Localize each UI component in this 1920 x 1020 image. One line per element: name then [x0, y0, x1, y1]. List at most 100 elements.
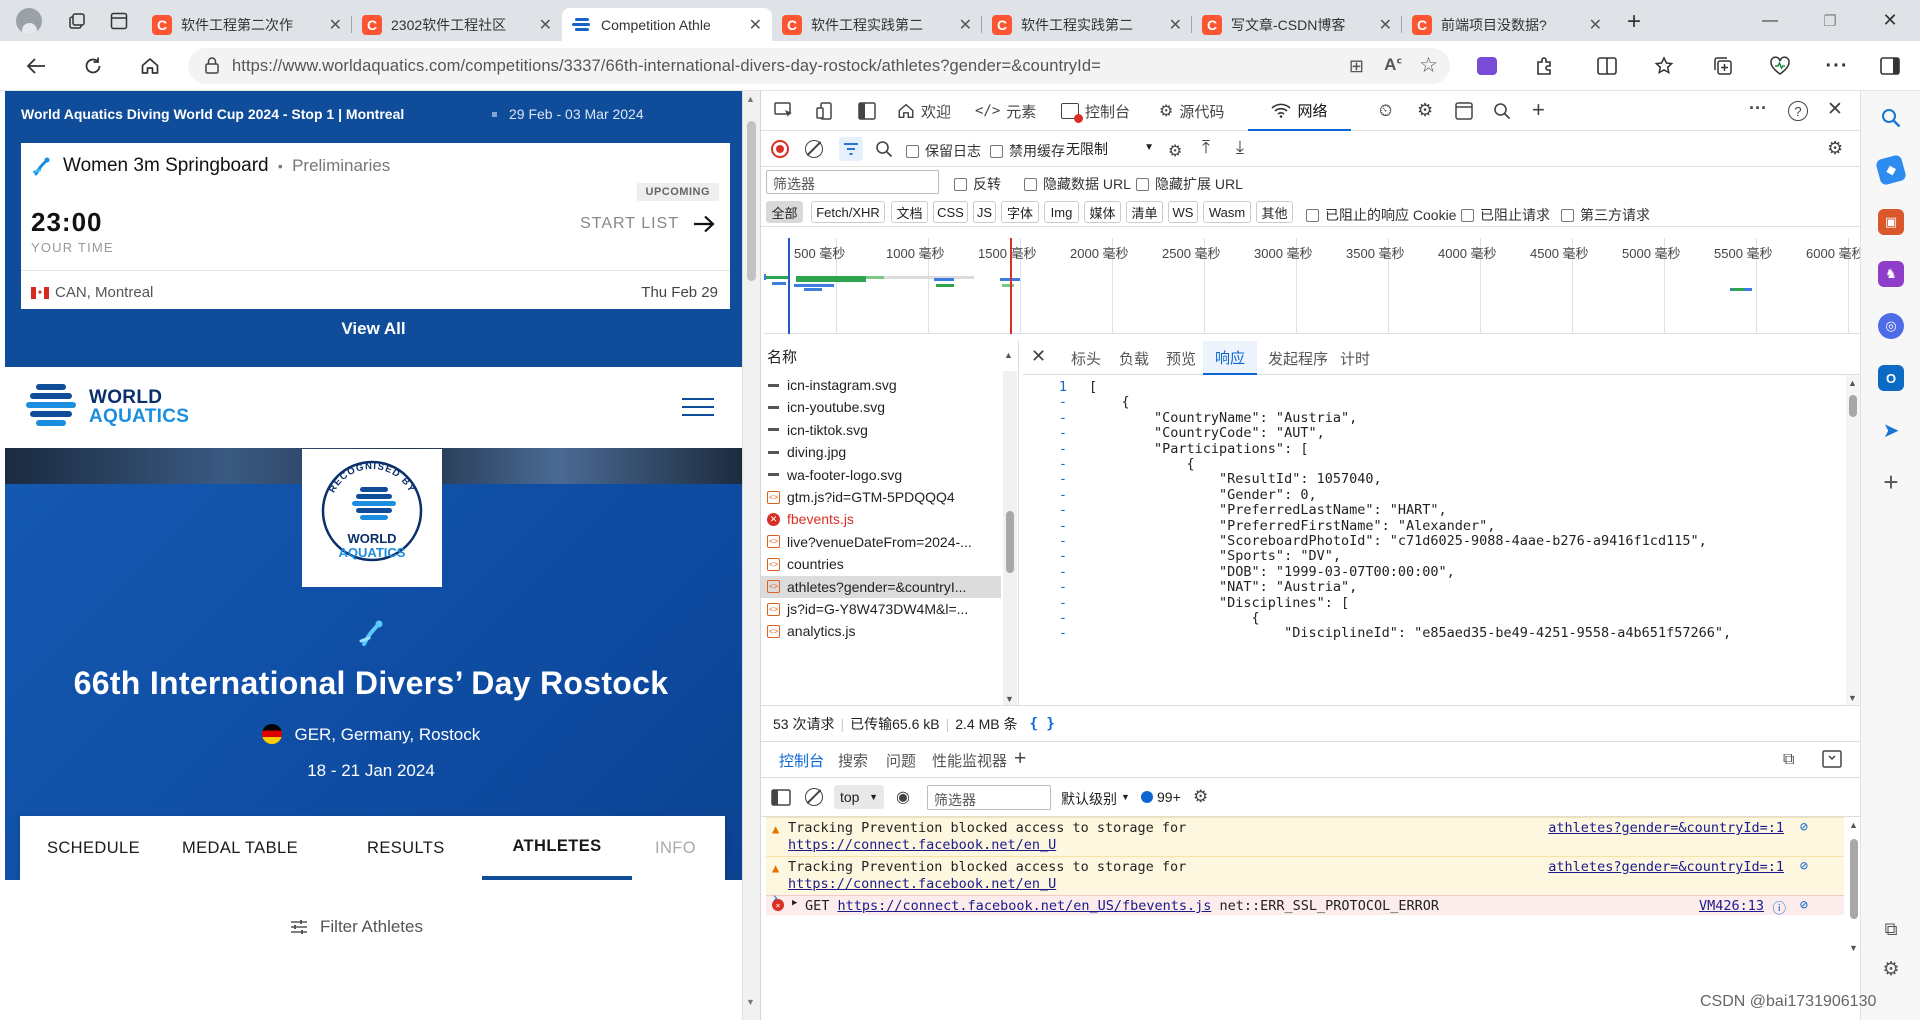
close-devtools-icon[interactable]: ✕: [1827, 98, 1843, 121]
type-chip-other[interactable]: 其他: [1256, 201, 1293, 223]
new-tab-icon[interactable]: +: [1612, 8, 1656, 36]
live-expression-eye-icon[interactable]: ◉: [896, 787, 910, 807]
tab-welcome[interactable]: 欢迎: [897, 91, 951, 131]
search-network-icon[interactable]: [875, 140, 893, 158]
inspect-element-icon[interactable]: [774, 102, 794, 120]
import-har-icon[interactable]: ⤒: [1202, 137, 1210, 158]
copilot-explain-icon[interactable]: ⊘: [1800, 897, 1808, 913]
split-screen-icon[interactable]: [1594, 53, 1620, 79]
console-sidebar-icon[interactable]: [771, 789, 791, 806]
request-row[interactable]: icn-tiktok.svg: [761, 419, 1001, 441]
console-prompt-icon[interactable]: ›: [773, 889, 778, 905]
world-aquatics-logo-icon[interactable]: [26, 382, 76, 426]
application-icon[interactable]: [1455, 102, 1473, 120]
help-icon[interactable]: ?: [1788, 101, 1808, 121]
network-settings-icon[interactable]: ⚙: [1827, 138, 1843, 159]
request-row[interactable]: <> js?id=G-Y8W473DW4M&l=...: [761, 598, 1001, 620]
type-chip-all[interactable]: 全部: [766, 201, 803, 223]
close-window-icon[interactable]: ✕: [1860, 10, 1920, 31]
expand-arrow-icon[interactable]: ▶: [792, 898, 797, 908]
more-options-icon[interactable]: ···: [1824, 53, 1850, 79]
export-har-icon[interactable]: ⤓: [1236, 137, 1244, 158]
add-sidebar-app-icon[interactable]: +: [1878, 467, 1904, 497]
copilot-explain-icon[interactable]: ⊘: [1800, 858, 1808, 874]
outlook-icon[interactable]: O: [1878, 365, 1904, 391]
console-warning[interactable]: ▲ Tracking Prevention blocked access to s…: [766, 856, 1844, 909]
invert-checkbox[interactable]: 反转: [954, 174, 1001, 194]
scrollbar-thumb[interactable]: [1006, 511, 1014, 573]
search-icon[interactable]: [1493, 102, 1511, 120]
tab-preview[interactable]: 预览: [1166, 341, 1196, 375]
network-timeline-overview[interactable]: 500 毫秒 1000 毫秒 1500 毫秒 2000 毫秒 2500 毫秒 3…: [764, 238, 1865, 334]
performance-icon[interactable]: ⏲: [1379, 101, 1392, 121]
send-icon[interactable]: ➤: [1878, 417, 1904, 443]
tab-medal-table[interactable]: MEDAL TABLE: [182, 816, 298, 880]
world-cup-title[interactable]: World Aquatics Diving World Cup 2024 - S…: [21, 106, 404, 122]
add-drawer-tab-icon[interactable]: +: [1014, 747, 1026, 771]
request-row[interactable]: icn-youtube.svg: [761, 396, 1001, 418]
scrollbar-thumb[interactable]: [1849, 395, 1857, 417]
read-aloud-icon[interactable]: Aⅽ: [1384, 55, 1402, 75]
throttling-select[interactable]: 无限制 ▼: [1066, 139, 1154, 159]
log-level-select[interactable]: 默认级别 ▼: [1061, 789, 1130, 809]
tab-payload[interactable]: 负载: [1119, 341, 1149, 375]
console-error[interactable]: ✕ ▶ GET https://connect.facebook.net/en_US…: [766, 895, 1844, 917]
message-source-link[interactable]: athletes?gender=&countryId=:1: [1548, 859, 1784, 875]
reload-icon[interactable]: [80, 53, 106, 79]
close-icon[interactable]: ✕: [959, 15, 972, 35]
start-list-link[interactable]: START LIST: [580, 215, 715, 233]
pretty-print-icon[interactable]: { }: [1029, 716, 1054, 732]
scrollbar-thumb[interactable]: [747, 121, 756, 281]
add-tab-icon[interactable]: +: [1532, 97, 1545, 123]
type-chip-doc[interactable]: 文档: [891, 201, 928, 223]
back-icon[interactable]: [23, 53, 49, 79]
request-row[interactable]: ✕ fbevents.js: [761, 508, 1001, 530]
tab-sources[interactable]: ⚙ 源代码: [1159, 91, 1224, 131]
blocked-requests-checkbox[interactable]: 已阻止请求: [1461, 205, 1550, 225]
hamburger-menu-icon[interactable]: [682, 398, 714, 416]
scroll-down-icon[interactable]: ▼: [1005, 694, 1014, 704]
context-select[interactable]: top ▼: [834, 785, 884, 809]
tab-initiator[interactable]: 发起程序: [1268, 341, 1328, 375]
tab-response[interactable]: 响应: [1203, 341, 1257, 375]
games-icon[interactable]: ♞: [1878, 261, 1904, 287]
response-scrollbar[interactable]: ▲ ▼: [1846, 375, 1860, 706]
request-row[interactable]: <> analytics.js: [761, 620, 1001, 642]
scroll-up-icon[interactable]: ▲: [1848, 378, 1857, 388]
sidebar-toggle-icon[interactable]: [1877, 53, 1903, 79]
console-scrollbar[interactable]: ▲ ▼: [1847, 817, 1861, 957]
favorites-icon[interactable]: [1651, 53, 1677, 79]
console-filter-input[interactable]: 筛选器: [927, 785, 1051, 810]
address-bar[interactable]: https://www.worldaquatics.com/competitio…: [188, 48, 1450, 84]
name-column-header[interactable]: 名称: [767, 341, 797, 371]
tab-info[interactable]: INFO: [655, 816, 725, 880]
request-row[interactable]: wa-footer-logo.svg: [761, 464, 1001, 486]
device-emulation-icon[interactable]: [816, 102, 836, 120]
type-chip-media[interactable]: 媒体: [1084, 201, 1121, 223]
type-chip-fetch[interactable]: Fetch/XHR: [811, 201, 885, 223]
network-conditions-icon[interactable]: ⚙: [1168, 141, 1182, 161]
preserve-log-checkbox[interactable]: 保留日志: [906, 141, 981, 161]
third-party-checkbox[interactable]: 第三方请求: [1561, 205, 1650, 225]
drawer-tab-performance-monitor[interactable]: 性能监视器: [932, 742, 1007, 778]
collections-profile-icon[interactable]: [1474, 53, 1500, 79]
request-row[interactable]: <> athletes?gender=&countryI...: [761, 575, 1001, 598]
request-row[interactable]: <> live?venueDateFrom=2024-...: [761, 531, 1001, 553]
request-row[interactable]: diving.jpg: [761, 441, 1001, 463]
type-chip-manifest[interactable]: 清单: [1126, 201, 1163, 223]
request-row[interactable]: icn-instagram.svg: [761, 374, 1001, 396]
close-icon[interactable]: ✕: [329, 15, 342, 35]
hide-extension-urls-checkbox[interactable]: 隐藏扩展 URL: [1136, 174, 1243, 194]
close-icon[interactable]: ✕: [1169, 15, 1182, 35]
browser-tab[interactable]: C 软件工程实践第二 ✕: [982, 8, 1192, 41]
browser-tab-active[interactable]: Competition Athle ✕: [562, 8, 772, 41]
browser-tab[interactable]: C 前端项目没数据? ✕: [1402, 8, 1612, 41]
message-link[interactable]: https://connect.facebook.net/en_U: [788, 837, 1056, 853]
shopping-tag-icon[interactable]: ◆: [1875, 154, 1907, 186]
tab-timing[interactable]: 计时: [1340, 341, 1370, 375]
message-source-link[interactable]: athletes?gender=&countryId=:1: [1548, 820, 1784, 836]
close-icon[interactable]: ✕: [1589, 15, 1602, 35]
drawer-tab-console[interactable]: 控制台: [779, 742, 824, 778]
hide-data-urls-checkbox[interactable]: 隐藏数据 URL: [1024, 174, 1131, 194]
extensions-icon[interactable]: [1531, 53, 1557, 79]
